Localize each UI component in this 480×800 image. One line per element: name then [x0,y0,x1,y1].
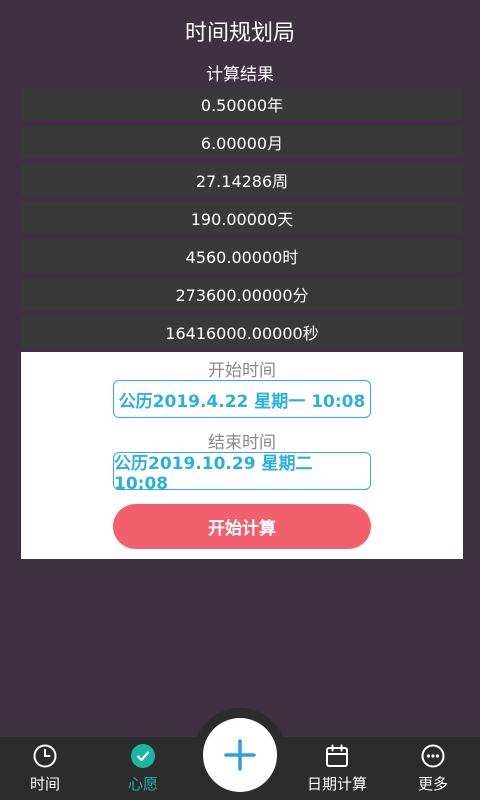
tab-wish[interactable]: 心愿 [98,737,188,800]
tab-wish-label: 心愿 [127,775,158,793]
calendar-icon [326,744,348,767]
result-years: 0.50000年 [21,88,463,120]
result-months: 6.00000月 [21,126,463,158]
result-weeks: 27.14286周 [21,164,463,196]
more-icon [421,744,445,768]
tab-time[interactable]: 时间 [0,737,90,800]
app-header: 时间规划局 [0,0,480,62]
check-circle-icon [131,744,155,768]
end-date-field[interactable]: 公历2019.10.29 星期二 10:08 [113,452,371,494]
tab-date-calc-label: 日期计算 [306,775,367,793]
results-list: 0.50000年 6.00000月 27.14286周 190.00000天 4… [21,88,463,354]
tab-more-label: 更多 [417,775,448,793]
start-calculate-button[interactable]: 开始计算 [113,504,371,549]
start-date-field[interactable]: 公历2019.4.22 星期一 10:08 [113,380,371,418]
result-seconds: 16416000.00000秒 [21,316,463,348]
result-days: 190.00000天 [21,202,463,234]
date-input-panel: 开始时间 公历2019.4.22 星期一 10:08 结束时间 公历2019.1… [21,352,463,559]
results-title: 计算结果 [206,65,274,85]
result-minutes: 273600.00000分 [21,278,463,310]
page-title: 时间规划局 [184,21,295,46]
result-hours: 4560.00000时 [21,240,463,272]
tab-date-calc[interactable]: 日期计算 [292,737,382,800]
clock-icon [33,744,57,768]
tab-more[interactable]: 更多 [388,737,478,800]
start-time-label: 开始时间 [208,361,276,381]
plus-icon [224,739,256,771]
add-button[interactable] [203,718,277,792]
tab-time-label: 时间 [29,775,60,793]
